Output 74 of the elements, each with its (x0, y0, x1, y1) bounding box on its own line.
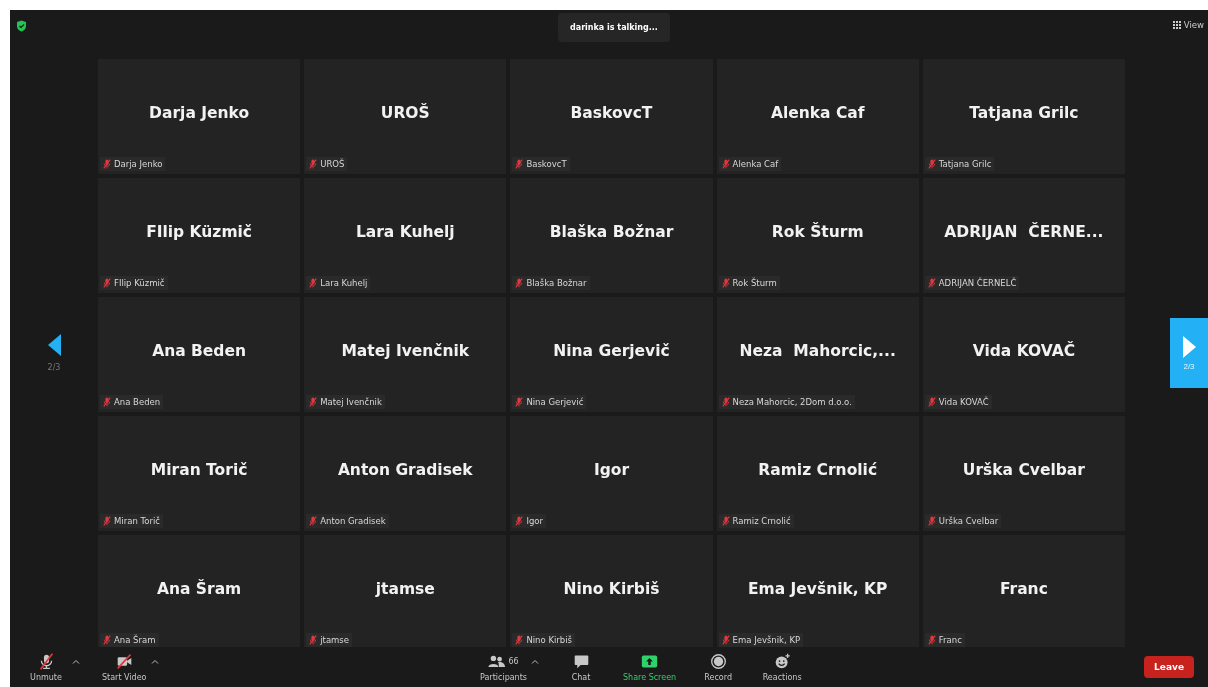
name-label: Blaška Božnar (512, 276, 590, 290)
name-label: Nino Kirbiš (512, 633, 576, 647)
name-label: Darja Jenko (100, 157, 166, 171)
participant-name: Vida KOVAČ (972, 341, 1076, 360)
toolbar-button[interactable]: Unmute (24, 652, 68, 682)
name-label: Alenka Caf (718, 157, 782, 171)
participant-name: BaskovcT (570, 103, 653, 122)
record-icon (709, 652, 727, 670)
name-label: Neza Mahorcic, 2Dom d.o.o. (718, 395, 855, 409)
toolbar-button[interactable]: Start Video (102, 652, 147, 682)
muted-microphone-icon (37, 652, 55, 670)
name-label: Ramiz Crnolić (718, 514, 794, 528)
toolbar-button[interactable]: Chat (559, 652, 603, 682)
caret-icon[interactable] (72, 658, 80, 664)
leave-button[interactable]: Leave (1144, 656, 1194, 678)
security-shield-icon[interactable] (16, 20, 27, 32)
caret-icon[interactable] (150, 658, 159, 664)
name-label: Anton Gradisek (306, 514, 389, 528)
participant-name: Urška Cvelbar (962, 460, 1085, 479)
name-label: Tatjana Grilc (924, 157, 995, 171)
participant-name: Nina Gerjevič (553, 341, 670, 360)
talking-indicator: darinka is talking... (558, 13, 670, 42)
caret-icon[interactable] (531, 658, 539, 664)
participant-name: Franc (999, 579, 1048, 598)
grid-icon (1172, 21, 1181, 29)
name-label: Rok Šturm (718, 276, 780, 290)
name-label: Ema Jevšnik, KP (718, 633, 804, 647)
participant-name: Neza Mahorcic,... (739, 341, 896, 360)
participant-name: ADRIJAN ČERNE... (944, 222, 1104, 241)
name-label: Miran Torič (100, 514, 163, 528)
name-label: Urška Cvelbar (924, 514, 1002, 528)
toolbar-button[interactable]: Record (696, 652, 741, 682)
participant-count: 66 (508, 656, 519, 666)
name-label: Lara Kuhelj (306, 276, 371, 290)
toolbar-button[interactable]: Share Screen (623, 652, 677, 682)
participant-name: Nino Kirbiš (563, 579, 660, 598)
participant-name: Ana Beden (152, 341, 246, 360)
left-arrow-icon (47, 334, 61, 356)
toolbar-button[interactable]: Reactions (760, 652, 805, 682)
name-label: BaskovcT (512, 157, 570, 171)
name-label: Ana Šram (100, 633, 159, 647)
participant-name: Blaška Božnar (549, 222, 674, 241)
name-label: FIlip Küzmič (100, 276, 168, 290)
name-label: Nina Gerjević (512, 395, 587, 409)
page-indicator: 2/3 (47, 363, 61, 372)
name-label: ADRIJAN ČERNELČ (924, 276, 1020, 290)
participant-name: Igor (593, 460, 630, 479)
participant-name: Ana Šram (156, 579, 242, 598)
participant-name: Alenka Caf (770, 103, 865, 122)
name-label: jtamse (306, 633, 353, 647)
participant-name: jtamse (375, 579, 435, 598)
name-label: Ana Beden (100, 395, 164, 409)
name-label: UROŠ (306, 157, 348, 171)
participant-name: Darja Jenko (149, 103, 250, 122)
participant-name: Miran Torič (150, 460, 248, 479)
name-label: Matej Ivenčnik (306, 395, 385, 409)
previous-page-button[interactable] (47, 334, 61, 359)
participant-name: Lara Kuhelj (355, 222, 455, 241)
participant-name: Matej Ivenčnik (341, 341, 470, 360)
participant-name: Tatjana Grilc (969, 103, 1079, 122)
participant-name: Rok Šturm (771, 222, 864, 241)
participant-name: FIlip Küzmič (146, 222, 253, 241)
participant-name: Ramiz Crnolić (758, 460, 878, 479)
name-label: Franc (924, 633, 965, 647)
name-label: Igor (512, 514, 546, 528)
name-label: Vida KOVAČ (924, 395, 992, 409)
participant-name: Anton Gradisek (337, 460, 473, 479)
view-button[interactable]: View (1172, 20, 1204, 30)
reactions-icon (773, 652, 791, 670)
participant-name: Ema Jevšnik, KP (747, 579, 888, 598)
right-arrow-icon (1182, 335, 1196, 358)
toolbar-button[interactable]: 66 Participants (480, 652, 527, 682)
video-off-icon (115, 652, 133, 670)
participant-name: UROŠ (380, 103, 430, 122)
